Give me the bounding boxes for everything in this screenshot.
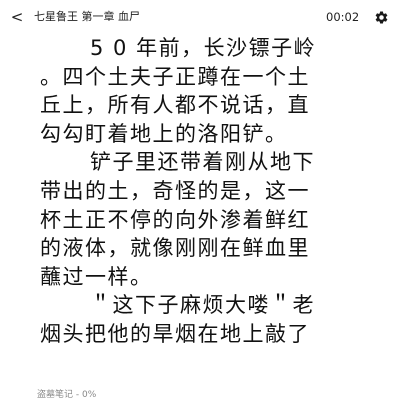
text-line: 勾勾盯着地上的洛阳铲。 (40, 121, 288, 146)
text-line: 丘上，所有人都不说话，直 (40, 93, 310, 118)
text-line: 烟头把他的旱烟在地上敲了 (40, 321, 310, 346)
chevron-left-icon[interactable]: < (8, 7, 26, 27)
chapter-text: 5 0 年前，长沙镖子岭 。四个土夫子正蹲在一个土 丘上，所有人都不说话，直 勾… (40, 34, 380, 386)
text-line: ＂这下子麻烦大喽＂老 (90, 293, 315, 318)
text-line: 的液体，就像刚刚在鲜血里 (40, 236, 310, 261)
text-line: 蘸过一样。 (40, 264, 153, 289)
text-line: 铲子里还带着刚从地下 (90, 150, 315, 175)
gear-icon[interactable] (374, 10, 389, 25)
status-time: 00:02 (326, 10, 360, 24)
text-line: 杯土正不停的向外渗着鲜红 (40, 207, 310, 232)
reader-header: < 七星鲁王 第一章 血尸 00:02 (0, 0, 405, 34)
text-line: 5 0 年前，长沙镖子岭 (90, 36, 317, 60)
chapter-title: 七星鲁王 第一章 血尸 (34, 10, 140, 23)
text-line: 带出的土，奇怪的是，这一 (40, 178, 310, 203)
text-line: 。四个土夫子正蹲在一个土 (40, 64, 310, 89)
reading-progress: 盗墓笔记 - 0% (37, 390, 97, 400)
